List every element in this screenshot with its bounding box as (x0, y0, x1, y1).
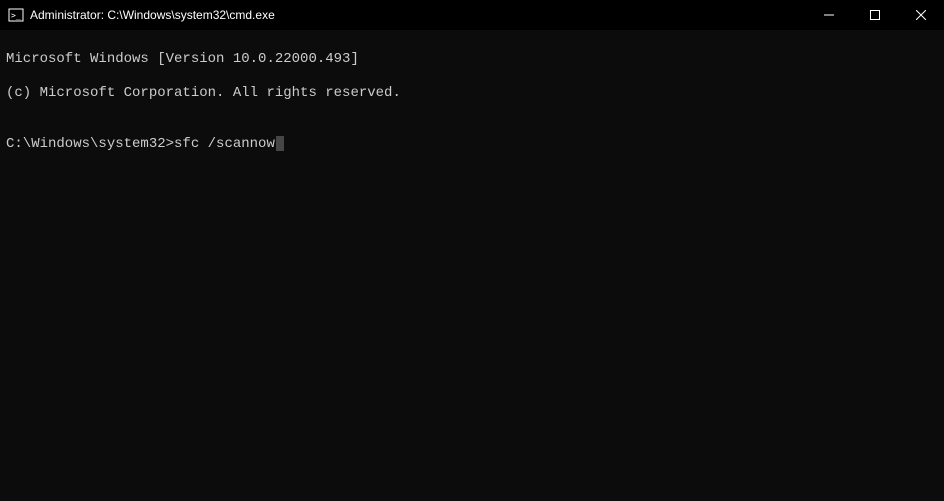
cmd-icon: >_ (8, 7, 24, 23)
minimize-button[interactable] (806, 0, 852, 30)
close-button[interactable] (898, 0, 944, 30)
prompt-path: C:\Windows\system32> (6, 136, 174, 153)
prompt-line: C:\Windows\system32>sfc /scannow (6, 136, 938, 153)
command-input: sfc /scannow (174, 136, 275, 153)
maximize-button[interactable] (852, 0, 898, 30)
window-titlebar: >_ Administrator: C:\Windows\system32\cm… (0, 0, 944, 30)
svg-text:>_: >_ (11, 11, 21, 20)
window-controls (806, 0, 944, 30)
output-line: Microsoft Windows [Version 10.0.22000.49… (6, 51, 938, 68)
window-title: Administrator: C:\Windows\system32\cmd.e… (30, 8, 806, 22)
terminal-output[interactable]: Microsoft Windows [Version 10.0.22000.49… (0, 30, 944, 501)
text-cursor (276, 136, 284, 151)
output-line: (c) Microsoft Corporation. All rights re… (6, 85, 938, 102)
